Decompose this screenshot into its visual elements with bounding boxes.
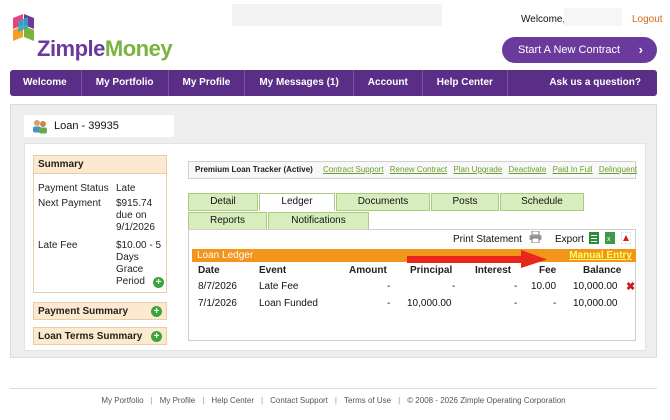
nav-welcome[interactable]: Welcome bbox=[10, 70, 82, 96]
footer-contact-support[interactable]: Contact Support bbox=[263, 396, 335, 405]
renew-contract-link[interactable]: Renew Contract bbox=[390, 165, 447, 174]
nav-my-portfolio[interactable]: My Portfolio bbox=[82, 70, 169, 96]
delete-entry-icon[interactable]: ✖ bbox=[626, 280, 635, 293]
footer-my-portfolio[interactable]: My Portfolio bbox=[94, 396, 150, 405]
loan-detail-panel: Summary Payment Status Late Next Payment… bbox=[24, 143, 646, 351]
row2-balance: 10,000.00 bbox=[573, 298, 618, 309]
logout-link[interactable]: Logout bbox=[632, 14, 663, 25]
footer-copyright: © 2008 - 2026 Zimple Operating Corporati… bbox=[407, 396, 566, 405]
row1-principal: - bbox=[452, 281, 456, 292]
footer: My Portfolio | My Profile | Help Center | C… bbox=[10, 388, 657, 405]
row1-amount: - bbox=[387, 281, 391, 292]
brand-name: ZimpleMoney bbox=[37, 36, 173, 61]
tab-ledger[interactable]: Ledger bbox=[259, 193, 335, 211]
logo-cube-icon bbox=[13, 14, 34, 41]
col-principal: Principal bbox=[410, 265, 453, 276]
row1-interest: - bbox=[514, 281, 518, 292]
footer-my-profile[interactable]: My Profile bbox=[153, 396, 203, 405]
ledger-panel: Print Statement Export x Loan Ledger Man… bbox=[188, 229, 636, 341]
col-amount: Amount bbox=[349, 265, 387, 276]
next-payment-label: Next Payment bbox=[38, 198, 101, 209]
start-new-contract-button[interactable]: Start A New Contract › bbox=[502, 37, 657, 63]
header-blank-area bbox=[232, 4, 442, 26]
loan-title: Loan - 39935 bbox=[54, 120, 119, 132]
tracker-title: Premium Loan Tracker (Active) bbox=[195, 165, 313, 174]
row2-principal: 10,000.00 bbox=[407, 298, 452, 309]
summary-box: Summary Payment Status Late Next Payment… bbox=[33, 155, 167, 293]
loan-terms-plus-icon[interactable]: + bbox=[151, 331, 162, 342]
col-event: Event bbox=[259, 265, 287, 276]
printer-icon[interactable] bbox=[529, 231, 542, 243]
row1-date: 8/7/2026 bbox=[198, 281, 237, 292]
loan-terms-summary-toggle[interactable]: Loan Terms Summary + bbox=[33, 327, 167, 345]
payment-summary-toggle[interactable]: Payment Summary + bbox=[33, 302, 167, 320]
payment-summary-label: Payment Summary bbox=[38, 306, 129, 317]
welcome-text: Welcome, bbox=[521, 14, 566, 25]
tab-schedule[interactable]: Schedule bbox=[500, 193, 584, 211]
excel-export-icon[interactable] bbox=[589, 232, 599, 244]
payment-summary-plus-icon[interactable]: + bbox=[151, 306, 162, 317]
summary-title: Summary bbox=[34, 156, 166, 174]
loan-ledger-title: Loan Ledger bbox=[197, 250, 254, 261]
header: ZimpleMoney Welcome, Logout Start A New … bbox=[0, 0, 670, 68]
payment-status-label: Payment Status bbox=[38, 183, 109, 194]
nav-account[interactable]: Account bbox=[354, 70, 423, 96]
next-payment-value: $915.74 due on 9/1/2026 bbox=[116, 198, 155, 233]
loan-header: Loan - 39935 bbox=[24, 115, 174, 137]
row2-interest: - bbox=[514, 298, 518, 309]
export-label: Export bbox=[555, 234, 584, 245]
plan-upgrade-link[interactable]: Plan Upgrade bbox=[453, 165, 502, 174]
svg-text:x: x bbox=[607, 236, 611, 243]
payment-status-value: Late bbox=[116, 183, 136, 194]
row1-fee: 10.00 bbox=[531, 281, 557, 292]
nav-my-profile[interactable]: My Profile bbox=[169, 70, 246, 96]
late-fee-label: Late Fee bbox=[38, 240, 78, 251]
pdf-export-icon[interactable] bbox=[621, 232, 631, 244]
tab-notifications[interactable]: Notifications bbox=[268, 212, 369, 230]
row2-date: 7/1/2026 bbox=[198, 298, 237, 309]
manual-entry-link[interactable]: Manual Entry bbox=[569, 250, 632, 261]
csv-export-icon[interactable]: x bbox=[605, 232, 615, 244]
col-date: Date bbox=[198, 265, 220, 276]
summary-expand-icon[interactable]: + bbox=[153, 277, 164, 288]
col-balance: Balance bbox=[583, 265, 622, 276]
tab-detail[interactable]: Detail bbox=[188, 193, 258, 211]
footer-terms-of-use[interactable]: Terms of Use bbox=[337, 396, 398, 405]
chevron-right-icon: › bbox=[638, 42, 643, 57]
tab-posts[interactable]: Posts bbox=[431, 193, 499, 211]
users-icon bbox=[33, 120, 47, 134]
deactivate-link[interactable]: Deactivate bbox=[509, 165, 547, 174]
nav-my-messages[interactable]: My Messages (1) bbox=[245, 70, 354, 96]
loan-terms-summary-label: Loan Terms Summary bbox=[38, 331, 143, 342]
tab-documents[interactable]: Documents bbox=[336, 193, 430, 211]
row1-event: Late Fee bbox=[259, 281, 299, 292]
row1-balance: 10,000.00 bbox=[573, 281, 618, 292]
print-statement-link[interactable]: Print Statement bbox=[453, 234, 522, 245]
start-new-contract-label: Start A New Contract bbox=[518, 44, 621, 56]
delinquent-link[interactable]: Delinquent bbox=[599, 165, 637, 174]
col-interest: Interest bbox=[475, 265, 512, 276]
col-fee: Fee bbox=[539, 265, 557, 276]
zimplemoney-logo[interactable]: ZimpleMoney bbox=[9, 12, 173, 64]
row2-fee: - bbox=[553, 298, 557, 309]
paid-in-full-link[interactable]: Paid In Full bbox=[553, 165, 593, 174]
nav-help-center[interactable]: Help Center bbox=[423, 70, 508, 96]
content-panel: Loan - 39935 Summary Payment Status Late… bbox=[10, 104, 657, 358]
contract-support-link[interactable]: Contract Support bbox=[323, 165, 383, 174]
row2-amount: - bbox=[387, 298, 391, 309]
row2-event: Loan Funded bbox=[259, 298, 318, 309]
user-name-placeholder bbox=[564, 8, 622, 26]
nav-ask-question[interactable]: Ask us a question? bbox=[549, 70, 641, 96]
premium-loan-tracker: Premium Loan Tracker (Active) Contract S… bbox=[188, 161, 637, 179]
footer-help-center[interactable]: Help Center bbox=[204, 396, 261, 405]
tab-reports[interactable]: Reports bbox=[188, 212, 267, 230]
main-nav: Welcome My Portfolio My Profile My Messa… bbox=[10, 70, 657, 96]
